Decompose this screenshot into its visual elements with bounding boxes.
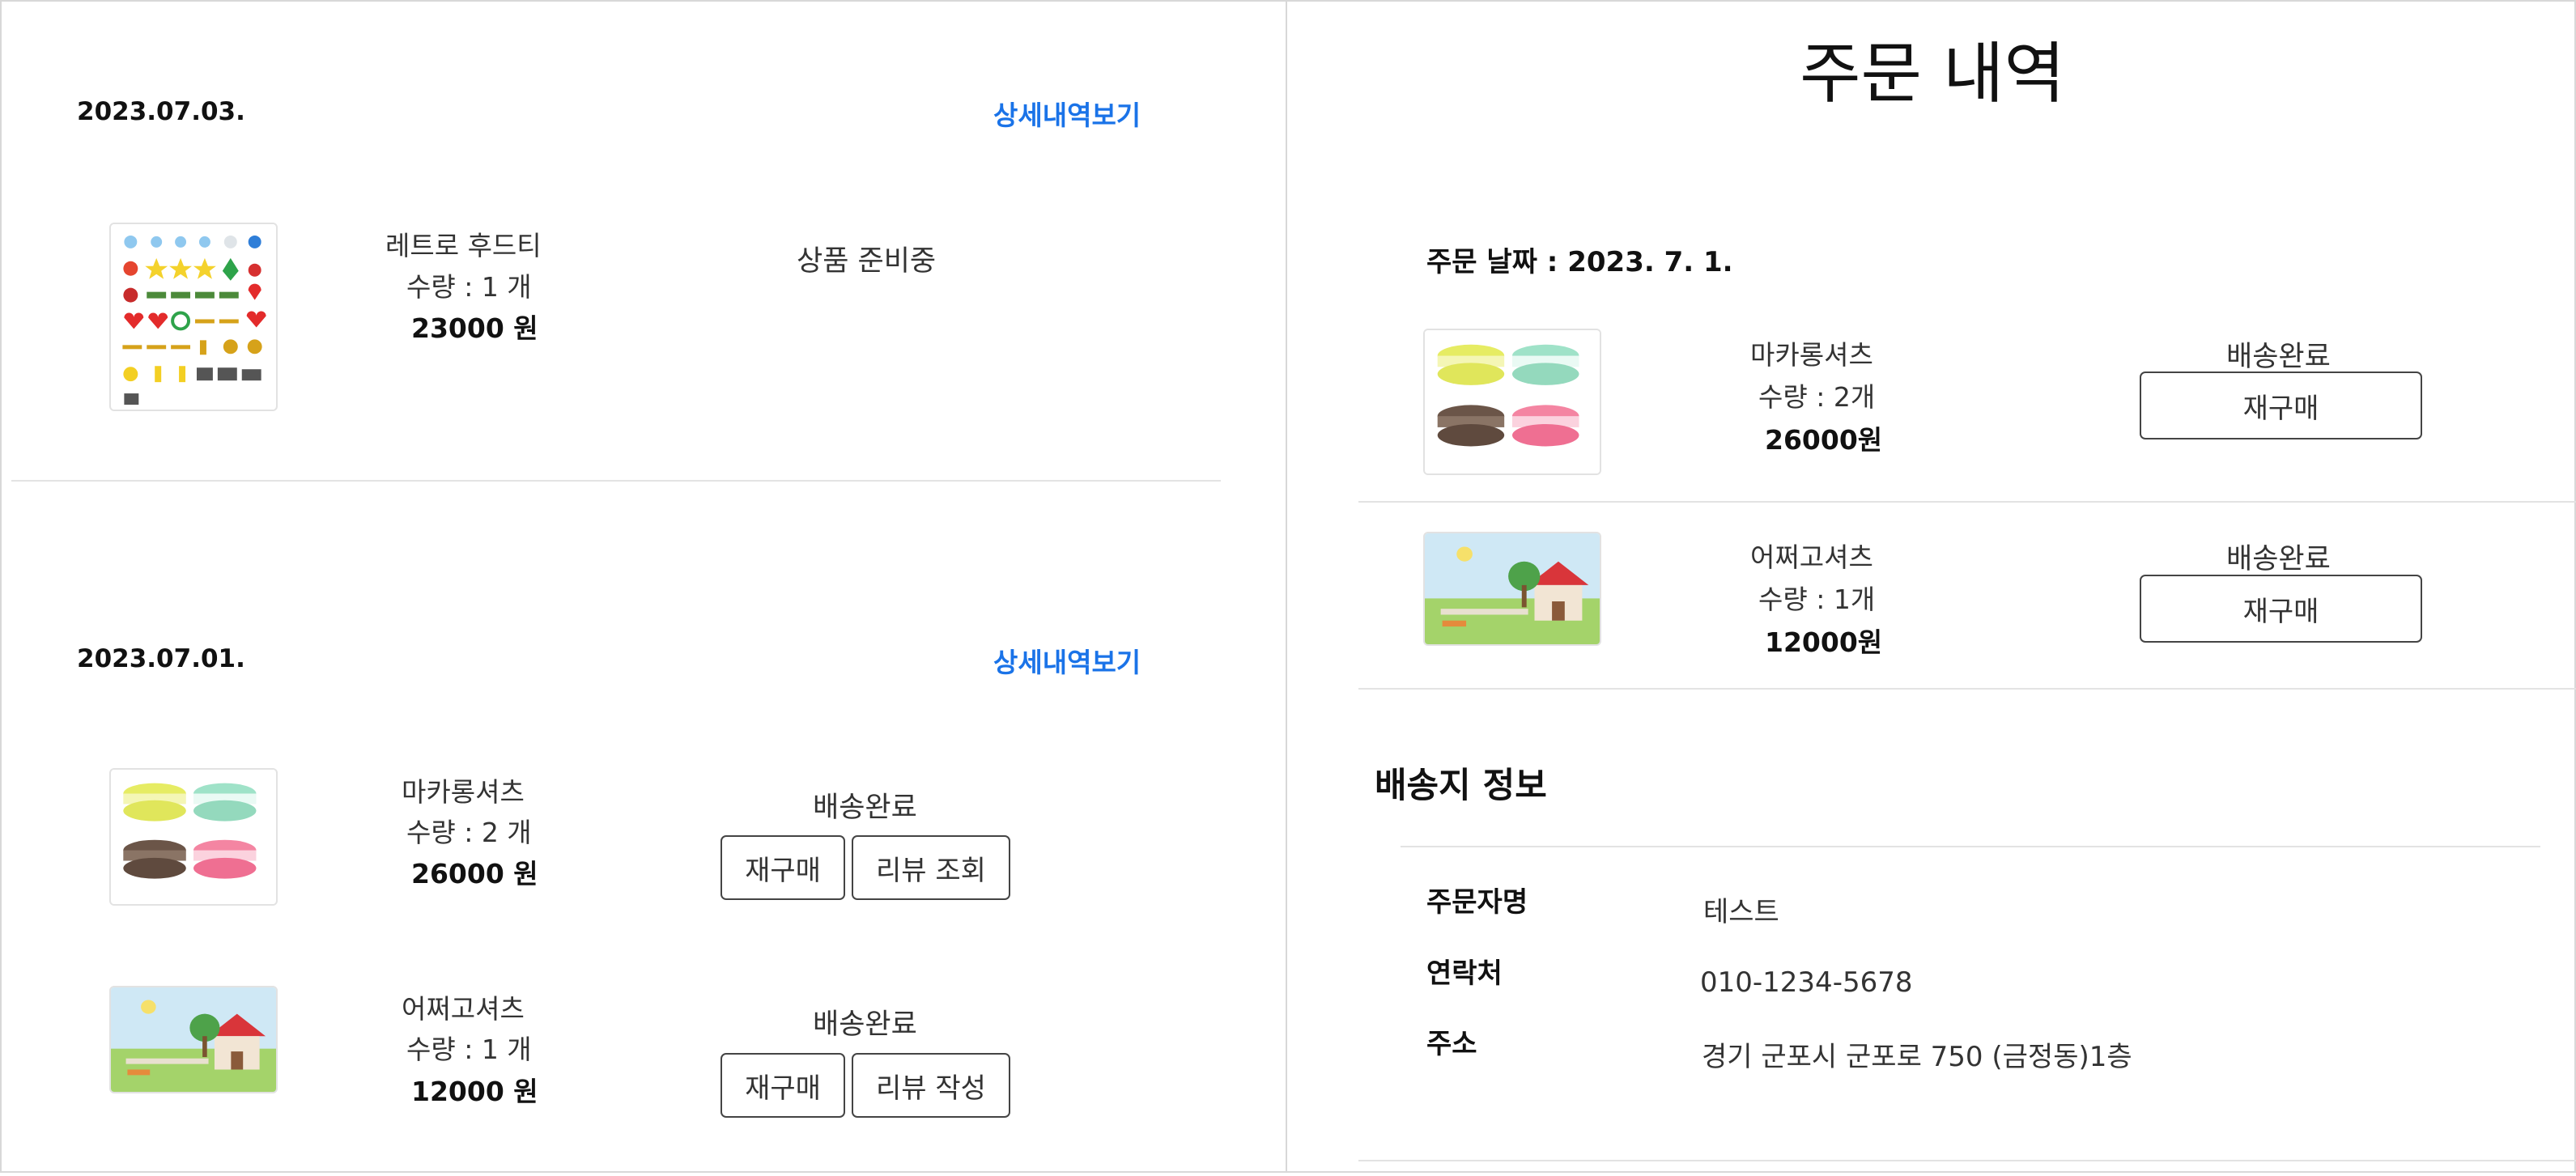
order-date-label: 주문 날짜 : 2023. 7. 1.: [1426, 246, 1733, 278]
product-thumbnail[interactable]: [1423, 329, 1601, 475]
phone-label: 연락처: [1426, 957, 1503, 990]
product-price: 26000원: [1765, 424, 1883, 456]
macaron-pixel-art-icon: [1425, 330, 1600, 473]
write-review-button[interactable]: 리뷰 작성: [852, 1053, 1010, 1118]
macaron-pixel-art-icon: [111, 770, 276, 904]
product-quantity: 수량 : 1 개: [406, 1034, 532, 1065]
pixel-icon-sheet-icon: [111, 224, 276, 410]
order-history-list-panel: 2023.07.03. 상세내역보기 레트로 후드티 수량 : 1 개 2300…: [0, 0, 1287, 1173]
product-thumbnail[interactable]: [1423, 532, 1601, 646]
view-review-button[interactable]: 리뷰 조회: [852, 835, 1010, 900]
address-value: 경기 군포시 군포로 750 (금정동)1층: [1702, 1041, 2132, 1073]
shipping-divider: [1401, 846, 2540, 847]
product-name: 마카롱셔츠: [1750, 339, 1873, 371]
order-date: 2023.07.01.: [77, 644, 245, 673]
product-thumbnail[interactable]: [109, 223, 278, 411]
pixel-landscape-house-icon: [111, 987, 276, 1092]
order-status: 배송완료: [813, 792, 917, 824]
repurchase-button[interactable]: 재구매: [2140, 371, 2422, 439]
orderer-value: 테스트: [1703, 896, 1779, 928]
order-detail-panel: 주문 내역 주문 날짜 : 2023. 7. 1. 마카롱셔츠 수량 : 2개 …: [1286, 0, 2576, 1173]
page-title: 주문 내역: [1800, 36, 2065, 113]
item-divider: [1358, 501, 2576, 503]
order-status: 배송완료: [2226, 341, 2331, 373]
order-divider: [11, 480, 1221, 482]
repurchase-button[interactable]: 재구매: [721, 835, 845, 900]
orderer-label: 주문자명: [1426, 886, 1528, 919]
order-status: 상품 준비중: [797, 245, 937, 278]
shipping-info-heading: 배송지 정보: [1375, 766, 1547, 806]
product-name: 어쩌고셔츠: [1750, 541, 1873, 573]
product-name: 마카롱셔츠: [402, 776, 525, 808]
view-details-link[interactable]: 상세내역보기: [993, 641, 1141, 680]
address-label: 주소: [1426, 1028, 1477, 1060]
product-price: 23000 원: [411, 312, 538, 344]
product-thumbnail[interactable]: [109, 768, 278, 906]
product-quantity: 수량 : 2 개: [406, 817, 532, 848]
repurchase-button[interactable]: 재구매: [2140, 575, 2422, 643]
repurchase-button[interactable]: 재구매: [721, 1053, 845, 1118]
order-date: 2023.07.03.: [77, 97, 245, 126]
product-price: 12000 원: [411, 1076, 538, 1107]
view-details-link[interactable]: 상세내역보기: [993, 94, 1141, 133]
phone-value: 010-1234-5678: [1700, 966, 1913, 999]
product-name: 어쩌고셔츠: [402, 993, 525, 1025]
item-divider: [1358, 688, 2576, 690]
product-thumbnail[interactable]: [109, 986, 278, 1093]
bottom-divider: [1358, 1160, 2576, 1161]
product-quantity: 수량 : 2개: [1758, 381, 1876, 413]
product-quantity: 수량 : 1 개: [406, 271, 532, 303]
pixel-landscape-house-icon: [1425, 533, 1600, 644]
order-status: 배송완료: [813, 1008, 917, 1041]
product-name: 레트로 후드티: [385, 230, 542, 261]
product-price: 12000원: [1765, 626, 1883, 658]
product-price: 26000 원: [411, 858, 538, 889]
product-quantity: 수량 : 1개: [1758, 584, 1876, 615]
order-status: 배송완료: [2226, 543, 2331, 575]
